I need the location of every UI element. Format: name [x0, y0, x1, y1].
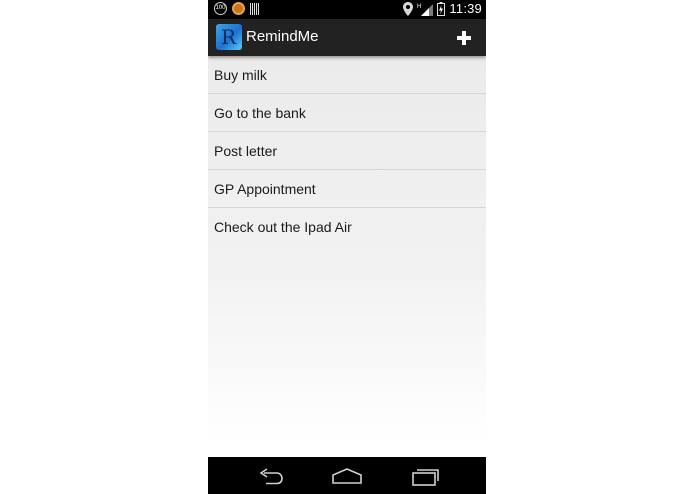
status-bar: 100 H 11:39	[208, 0, 486, 19]
reminder-label: Post letter	[214, 142, 278, 159]
list-item[interactable]: Go to the bank	[208, 94, 486, 132]
navigation-bar	[208, 457, 486, 494]
list-item[interactable]: GP Appointment	[208, 170, 486, 208]
home-icon	[332, 468, 362, 484]
recents-icon	[412, 469, 439, 486]
recents-button[interactable]	[410, 465, 440, 487]
list-item[interactable]: Post letter	[208, 132, 486, 170]
reminder-label: Go to the bank	[214, 104, 306, 121]
app-title: RemindMe	[246, 28, 319, 45]
back-icon	[259, 468, 283, 485]
system-icons: H 11:39	[403, 1, 482, 16]
reminder-label: GP Appointment	[214, 180, 316, 197]
list-item[interactable]: Check out the Ipad Air	[208, 208, 486, 245]
clock: 11:39	[449, 1, 482, 16]
phone-screen: 100 H 11:39 R RemindMe Buy milk Go to th…	[208, 0, 486, 494]
reminder-label: Buy milk	[214, 66, 267, 83]
battery-100-notification-icon: 100	[214, 2, 227, 15]
back-button[interactable]	[255, 465, 285, 487]
home-button[interactable]	[332, 465, 362, 487]
network-type-label: H	[417, 4, 421, 10]
battery-icon	[437, 1, 446, 16]
location-icon	[403, 1, 414, 16]
action-bar: R RemindMe	[208, 19, 486, 56]
signal-icon: H	[417, 3, 434, 16]
add-reminder-button[interactable]	[448, 22, 480, 54]
reminder-list: Buy milk Go to the bank Post letter GP A…	[208, 56, 486, 245]
app-logo-icon[interactable]: R	[216, 24, 242, 50]
notification-icons: 100	[214, 2, 259, 15]
list-item[interactable]: Buy milk	[208, 56, 486, 94]
reminder-label: Check out the Ipad Air	[214, 218, 352, 235]
app-logo-letter: R	[221, 25, 237, 49]
plus-icon	[457, 31, 471, 45]
barcode-notification-icon	[250, 2, 259, 15]
app-notification-icon	[232, 2, 245, 15]
